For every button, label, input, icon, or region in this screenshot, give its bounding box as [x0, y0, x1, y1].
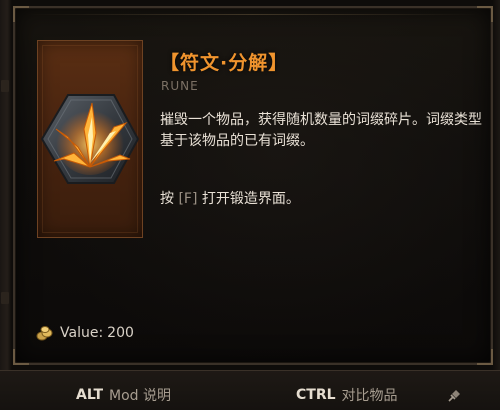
ctrl-key: CTRL — [296, 387, 336, 403]
alt-action-label: Mod 说明 — [109, 388, 171, 404]
alt-mod-info-hotkey[interactable]: ALT Mod 说明 — [76, 385, 171, 405]
hint-key: [F] — [178, 191, 198, 207]
item-portrait-card — [37, 40, 143, 238]
panel-corner — [477, 6, 493, 22]
edge-strip — [1, 80, 9, 92]
hint-suffix: 打开锻造界面。 — [197, 191, 300, 207]
gold-coins-icon — [36, 326, 53, 341]
panel-corner — [13, 6, 29, 22]
ctrl-action-label: 对比物品 — [341, 388, 398, 404]
ctrl-compare-hotkey[interactable]: CTRL 对比物品 — [296, 385, 398, 405]
panel-corner — [477, 349, 493, 365]
background-ui-edge-left — [0, 0, 12, 409]
forge-hint: 按 [F] 打开锻造界面。 — [160, 189, 300, 210]
value-amount: 200 — [107, 325, 134, 341]
edge-strip — [1, 292, 9, 304]
hint-prefix: 按 — [160, 191, 179, 207]
panel-corner — [13, 349, 29, 365]
rune-shatter-icon — [40, 94, 140, 184]
alt-key: ALT — [76, 387, 103, 403]
value-label: Value: — [60, 325, 104, 341]
item-type: RUNE — [161, 79, 199, 93]
item-description: 摧毁一个物品，获得随机数量的词缀碎片。词缀类型基于该物品的已有词缀。 — [160, 112, 482, 149]
pin-icon[interactable] — [446, 388, 462, 404]
item-value: Value: 200 — [36, 325, 134, 341]
tooltip-footer: ALT Mod 说明 CTRL 对比物品 — [0, 370, 500, 410]
background-ui-edge-right — [492, 0, 500, 409]
item-title: 【符文·分解】 — [160, 52, 289, 74]
